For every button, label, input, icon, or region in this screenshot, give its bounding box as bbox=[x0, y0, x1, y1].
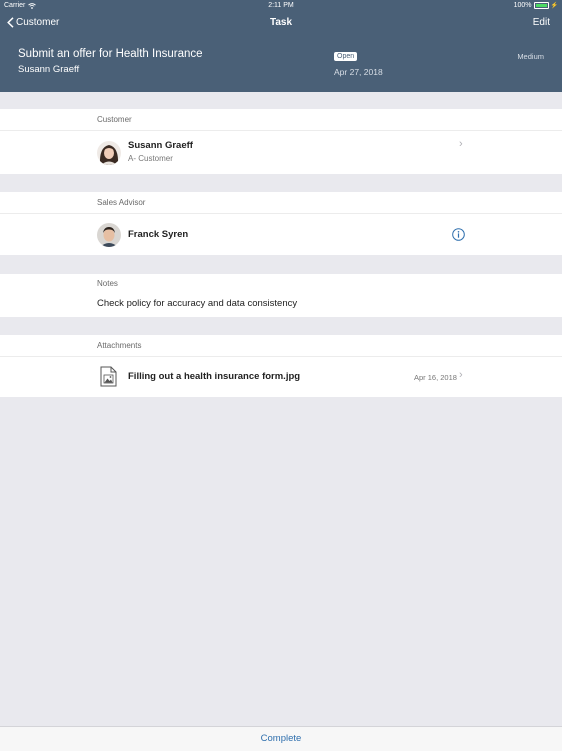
customer-section: Customer Susann Graeff A- Customer › bbox=[0, 109, 562, 174]
battery-info: 100% ⚡ bbox=[514, 2, 558, 9]
image-file-icon bbox=[100, 366, 117, 387]
task-title: Submit an offer for Health Insurance bbox=[18, 48, 203, 60]
bottom-toolbar: Complete bbox=[0, 726, 562, 751]
sales-advisor-section-label: Sales Advisor bbox=[97, 198, 146, 207]
sales-advisor-section: Sales Advisor Franck Syren bbox=[0, 192, 562, 255]
battery-percent: 100% bbox=[513, 2, 532, 9]
customer-section-label: Customer bbox=[97, 115, 132, 124]
navigation-bar: Customer Task Edit bbox=[0, 14, 562, 34]
attachments-section-label: Attachments bbox=[97, 341, 142, 350]
attachment-row[interactable]: Filling out a health insurance form.jpg … bbox=[0, 357, 562, 397]
attachments-section: Attachments Filling out a health insuran… bbox=[0, 335, 562, 397]
chevron-left-icon bbox=[7, 17, 14, 28]
chevron-right-icon: › bbox=[459, 138, 463, 150]
chevron-right-icon: › bbox=[459, 369, 463, 381]
complete-button[interactable]: Complete bbox=[0, 733, 562, 744]
attachment-date: Apr 16, 2018 bbox=[414, 373, 457, 382]
advisor-avatar bbox=[97, 223, 121, 247]
back-label: Customer bbox=[16, 17, 60, 28]
task-header: Carrier 2:11 PM 100% ⚡ Customer Task Edi… bbox=[0, 0, 562, 92]
customer-type: A- Customer bbox=[128, 154, 173, 163]
customer-name: Susann Graeff bbox=[128, 140, 193, 151]
edit-button[interactable]: Edit bbox=[533, 17, 550, 28]
status-badge: Open bbox=[334, 52, 358, 61]
info-icon[interactable] bbox=[452, 228, 465, 241]
attachment-file-name: Filling out a health insurance form.jpg bbox=[128, 371, 301, 382]
notes-section: Notes Check policy for accuracy and data… bbox=[0, 274, 562, 317]
back-button[interactable]: Customer bbox=[7, 17, 59, 28]
task-priority: Medium bbox=[517, 52, 544, 61]
battery-icon bbox=[533, 2, 549, 9]
advisor-name: Franck Syren bbox=[128, 229, 189, 240]
customer-avatar bbox=[97, 141, 121, 165]
status-time: 2:11 PM bbox=[268, 2, 294, 9]
notes-section-label: Notes bbox=[97, 279, 118, 288]
customer-row[interactable]: Susann Graeff A- Customer › bbox=[0, 131, 562, 174]
notes-text: Check policy for accuracy and data consi… bbox=[97, 298, 298, 309]
status-bar: Carrier 2:11 PM 100% ⚡ bbox=[0, 0, 562, 12]
sales-advisor-row: Franck Syren bbox=[0, 214, 562, 255]
charging-icon: ⚡ bbox=[550, 3, 558, 9]
task-date: Apr 27, 2018 bbox=[334, 67, 383, 77]
page-title: Task bbox=[269, 17, 293, 28]
task-customer-name: Susann Graeff bbox=[18, 64, 80, 75]
